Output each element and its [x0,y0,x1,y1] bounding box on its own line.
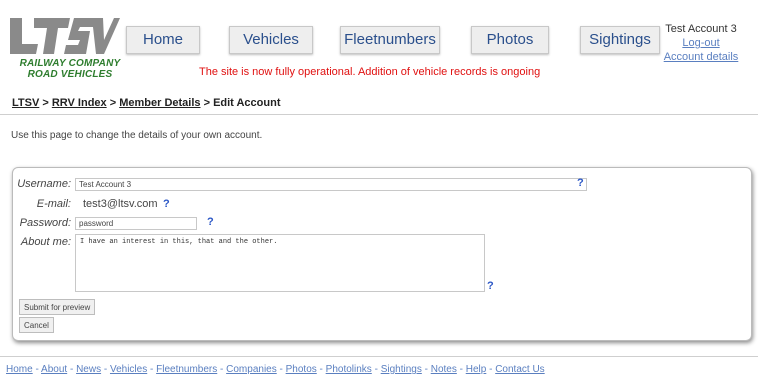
footer-contact-link[interactable]: Contact Us [495,364,544,375]
footer-home-link[interactable]: Home [6,364,33,375]
logo-letters-graphic [10,18,120,54]
logout-link[interactable]: Log-out [656,36,746,50]
account-box: Test Account 3 Log-out Account details [656,22,746,64]
footer-sightings-link[interactable]: Sightings [381,364,422,375]
password-input[interactable]: password [75,217,197,230]
account-name: Test Account 3 [665,23,737,35]
footer-photolinks-link[interactable]: Photolinks [326,364,372,375]
footer-about-link[interactable]: About [41,364,67,375]
nav-fleetnumbers-button[interactable]: Fleetnumbers [340,26,440,54]
breadcrumb-member-link[interactable]: Member Details [119,97,200,109]
footer-separator: - [421,364,431,375]
about-me-help-icon[interactable]: ? [487,280,494,292]
footer-separator: - [32,364,42,375]
username-input[interactable]: Test Account 3 [75,178,587,191]
footer-links: Home - About - News - Vehicles - Fleetnu… [6,364,545,375]
email-value: test3@ltsv.com [83,198,158,210]
logo-line-2: ROAD VEHICLES [27,69,113,80]
about-me-textarea[interactable]: I have an interest in this, that and the… [75,234,485,292]
footer-separator: - [486,364,496,375]
breadcrumb-current: Edit Account [213,97,281,109]
footer-separator: - [456,364,466,375]
logo-subtitle: RAILWAY COMPANY ROAD VEHICLES [18,58,122,80]
site-notice: The site is now fully operational. Addit… [199,66,541,78]
footer-separator: - [147,364,157,375]
logo-line-1: RAILWAY COMPANY [19,58,121,69]
nav-sightings-button[interactable]: Sightings [580,26,660,54]
footer-news-link[interactable]: News [76,364,101,375]
page-intro-text: Use this page to change the details of y… [11,130,263,141]
footer-separator: - [67,364,77,375]
email-help-icon[interactable]: ? [163,198,170,210]
nav-home-button[interactable]: Home [126,26,200,54]
breadcrumb-separator: > [39,97,52,109]
footer-separator: - [101,364,110,375]
breadcrumb-ltsv-link[interactable]: LTSV [12,97,39,109]
account-details-link[interactable]: Account details [656,50,746,64]
footer-fleetnumbers-link[interactable]: Fleetnumbers [156,364,217,375]
footer-photos-link[interactable]: Photos [286,364,317,375]
nav-photos-button[interactable]: Photos [471,26,549,54]
nav-vehicles-button[interactable]: Vehicles [229,26,313,54]
footer-separator: - [316,364,326,375]
footer-companies-link[interactable]: Companies [226,364,277,375]
footer-vehicles-link[interactable]: Vehicles [110,364,147,375]
submit-preview-button[interactable]: Submit for preview [19,299,96,315]
breadcrumb-rrv-link[interactable]: RRV Index [52,97,107,109]
footer-divider [0,356,758,357]
footer-notes-link[interactable]: Notes [431,364,457,375]
site-logo[interactable]: RAILWAY COMPANY ROAD VEHICLES [8,14,120,80]
breadcrumb-separator: > [106,97,120,109]
breadcrumb-separator: > [200,97,214,109]
footer-separator: - [217,364,227,375]
about-me-label: About me: [20,236,71,248]
footer-separator: - [371,364,381,375]
cancel-button[interactable]: Cancel [19,317,54,333]
email-label: E-mail: [36,198,71,210]
username-label: Username: [17,178,71,190]
username-help-icon[interactable]: ? [577,177,584,189]
password-label: Password: [19,217,71,229]
breadcrumb-divider [0,114,758,115]
footer-help-link[interactable]: Help [466,364,487,375]
breadcrumb: LTSV > RRV Index > Member Details > Edit… [12,97,281,109]
password-help-icon[interactable]: ? [207,216,214,228]
edit-account-form: Username: Test Account 3 ? E-mail: test3… [12,167,752,341]
footer-separator: - [276,364,286,375]
